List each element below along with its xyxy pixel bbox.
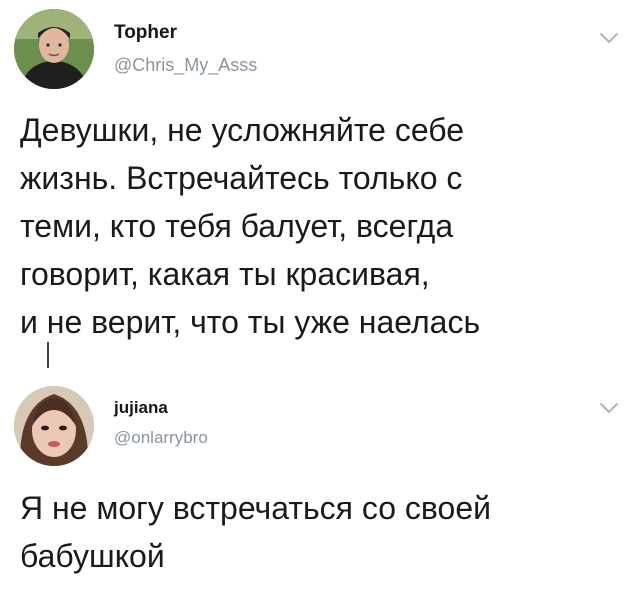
user-photo-icon xyxy=(14,386,94,466)
user-photo-icon xyxy=(14,9,94,89)
tweet-text: Девушки, не усложняйте себе жизнь. Встре… xyxy=(20,112,481,340)
avatar[interactable] xyxy=(14,386,94,466)
chevron-down-icon[interactable] xyxy=(598,30,620,46)
avatar[interactable] xyxy=(14,9,94,89)
thread-connector-line xyxy=(47,342,49,368)
tweet-1: Topher @Chris_My_Asss Девушки, не усложн… xyxy=(0,0,640,372)
chevron-down-icon[interactable] xyxy=(598,400,620,416)
tweet-2: jujiana @onlarrybro Я не могу встречатьс… xyxy=(0,372,640,590)
display-name[interactable]: Topher xyxy=(114,22,177,44)
tweet-text: Я не могу встречаться со своей бабушкой xyxy=(20,490,492,574)
display-name[interactable]: jujiana xyxy=(114,398,168,418)
user-handle[interactable]: @onlarrybro xyxy=(114,428,208,448)
user-handle[interactable]: @Chris_My_Asss xyxy=(114,55,257,76)
